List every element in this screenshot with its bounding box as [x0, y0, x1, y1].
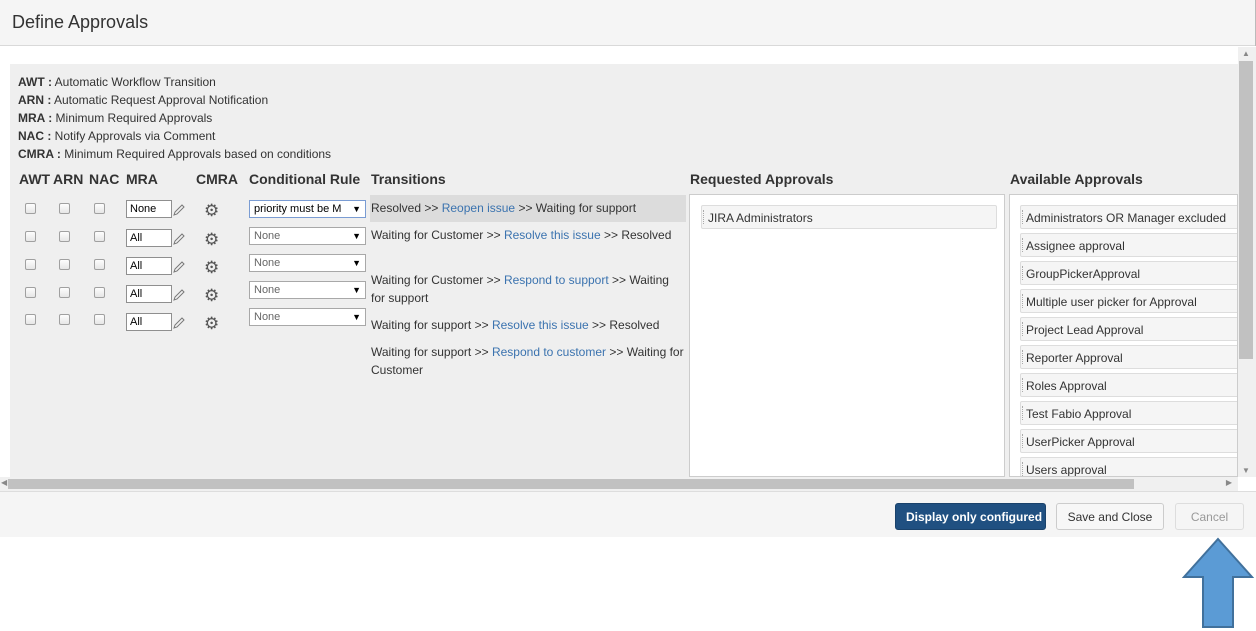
mra-field[interactable]: All: [126, 229, 172, 247]
arn-checkbox[interactable]: [59, 231, 70, 242]
available-approval-item[interactable]: UserPicker Approval: [1020, 429, 1237, 453]
gear-icon[interactable]: ⚙: [204, 315, 219, 332]
arn-checkbox[interactable]: [59, 314, 70, 325]
column-header-transitions: Transitions: [371, 171, 446, 187]
mra-field[interactable]: All: [126, 285, 172, 303]
available-approval-item[interactable]: Assignee approval: [1020, 233, 1237, 257]
awt-checkbox[interactable]: [25, 231, 36, 242]
available-approval-item[interactable]: Administrators OR Manager excluded: [1020, 205, 1237, 229]
pencil-icon[interactable]: [171, 259, 187, 275]
conditional-rule-select[interactable]: priority must be M ▼: [249, 200, 366, 218]
scroll-left-icon[interactable]: ◀: [1, 478, 7, 487]
awt-checkbox[interactable]: [25, 203, 36, 214]
transition-link[interactable]: Resolve this issue: [504, 228, 601, 242]
transition-link[interactable]: Resolve this issue: [492, 318, 589, 332]
gear-icon[interactable]: ⚙: [204, 231, 219, 248]
arn-checkbox[interactable]: [59, 287, 70, 298]
nac-checkbox[interactable]: [94, 259, 105, 270]
column-header-cmra: CMRA: [196, 171, 238, 187]
gear-icon[interactable]: ⚙: [204, 287, 219, 304]
nac-checkbox[interactable]: [94, 203, 105, 214]
select-value: None: [254, 284, 281, 296]
column-header-available: Available Approvals: [1010, 171, 1143, 187]
awt-checkbox[interactable]: [25, 314, 36, 325]
available-approval-item[interactable]: Roles Approval: [1020, 373, 1237, 397]
dropdown-arrow-icon: ▼: [352, 285, 361, 295]
conditional-rule-select[interactable]: None ▼: [249, 308, 366, 326]
conditional-rule-select[interactable]: None ▼: [249, 281, 366, 299]
available-approval-item[interactable]: GroupPickerApproval: [1020, 261, 1237, 285]
pencil-icon[interactable]: [171, 231, 187, 247]
legend-cmra: CMRA : Minimum Required Approvals based …: [18, 147, 332, 161]
available-approval-item[interactable]: Multiple user picker for Approval: [1020, 289, 1237, 313]
dialog-header: Define Approvals: [0, 0, 1256, 46]
gear-icon[interactable]: ⚙: [204, 259, 219, 276]
legend: AWT : Automatic Workflow Transition ARN …: [18, 73, 331, 163]
pencil-icon[interactable]: [171, 287, 187, 303]
column-header-conditional-rule: Conditional Rule: [249, 171, 361, 187]
scroll-right-icon[interactable]: ▶: [1226, 478, 1232, 487]
cancel-button[interactable]: Cancel: [1175, 503, 1244, 530]
up-arrow-annotation: [1182, 537, 1254, 628]
requested-approvals-list[interactable]: JIRA Administrators: [689, 194, 1005, 477]
transition-item[interactable]: Waiting for Customer >> Respond to suppo…: [370, 271, 686, 307]
dropdown-arrow-icon: ▼: [352, 312, 361, 322]
nac-checkbox[interactable]: [94, 231, 105, 242]
select-value: None: [254, 230, 281, 242]
gear-icon[interactable]: ⚙: [204, 202, 219, 219]
awt-checkbox[interactable]: [25, 259, 36, 270]
scroll-down-icon[interactable]: ▼: [1242, 466, 1250, 475]
legend-arn: ARN : Automatic Request Approval Notific…: [18, 93, 269, 107]
transition-link[interactable]: Respond to support: [504, 273, 609, 287]
available-approvals-list[interactable]: Administrators OR Manager excluded Assig…: [1009, 194, 1238, 477]
available-approval-item[interactable]: Project Lead Approval: [1020, 317, 1237, 341]
vertical-scrollbar[interactable]: ▲ ▼: [1238, 47, 1256, 477]
dialog-title: Define Approvals: [12, 12, 149, 32]
transition-item[interactable]: Waiting for Customer >> Resolve this iss…: [370, 226, 686, 244]
display-only-configured-button[interactable]: Display only configured: [895, 503, 1046, 530]
legend-mra: MRA : Minimum Required Approvals: [18, 111, 213, 125]
column-header-awt: AWT: [19, 171, 51, 187]
horizontal-scroll-thumb[interactable]: [8, 479, 1134, 489]
mra-field[interactable]: All: [126, 257, 172, 275]
legend-awt: AWT : Automatic Workflow Transition: [18, 75, 216, 89]
nac-checkbox[interactable]: [94, 314, 105, 325]
transition-item[interactable]: Resolved >> Reopen issue >> Waiting for …: [370, 195, 686, 222]
awt-checkbox[interactable]: [25, 287, 36, 298]
mra-field[interactable]: All: [126, 313, 172, 331]
conditional-rule-select[interactable]: None ▼: [249, 254, 366, 272]
transition-link[interactable]: Respond to customer: [492, 345, 606, 359]
select-value: None: [254, 311, 281, 323]
column-header-mra: MRA: [126, 171, 158, 187]
column-header-requested: Requested Approvals: [690, 171, 834, 187]
scroll-up-icon[interactable]: ▲: [1242, 49, 1250, 58]
dropdown-arrow-icon: ▼: [352, 258, 361, 268]
available-approval-item[interactable]: Users approval: [1020, 457, 1237, 476]
save-and-close-button[interactable]: Save and Close: [1056, 503, 1164, 530]
pencil-icon[interactable]: [171, 202, 187, 218]
available-approval-item[interactable]: Test Fabio Approval: [1020, 401, 1237, 425]
requested-approval-item[interactable]: JIRA Administrators: [701, 205, 997, 229]
dialog-footer: Display only configured Save and Close C…: [0, 491, 1256, 537]
mra-field[interactable]: None: [126, 200, 172, 218]
select-value: None: [254, 257, 281, 269]
arn-checkbox[interactable]: [59, 203, 70, 214]
available-approval-item[interactable]: Reporter Approval: [1020, 345, 1237, 369]
transition-item[interactable]: Waiting for support >> Respond to custom…: [370, 343, 686, 379]
dropdown-arrow-icon: ▼: [352, 231, 361, 241]
select-value: priority must be M: [254, 203, 342, 215]
dropdown-arrow-icon: ▼: [352, 204, 361, 214]
column-header-arn: ARN: [53, 171, 84, 187]
transition-link[interactable]: Reopen issue: [442, 201, 515, 215]
nac-checkbox[interactable]: [94, 287, 105, 298]
vertical-scroll-thumb[interactable]: [1239, 61, 1253, 359]
column-header-nac: NAC: [89, 171, 120, 187]
transition-item[interactable]: Waiting for support >> Resolve this issu…: [370, 316, 686, 334]
conditional-rule-select[interactable]: None ▼: [249, 227, 366, 245]
legend-nac: NAC : Notify Approvals via Comment: [18, 129, 216, 143]
horizontal-scrollbar[interactable]: ◀ ▶: [0, 477, 1238, 491]
pencil-icon[interactable]: [171, 315, 187, 331]
arn-checkbox[interactable]: [59, 259, 70, 270]
